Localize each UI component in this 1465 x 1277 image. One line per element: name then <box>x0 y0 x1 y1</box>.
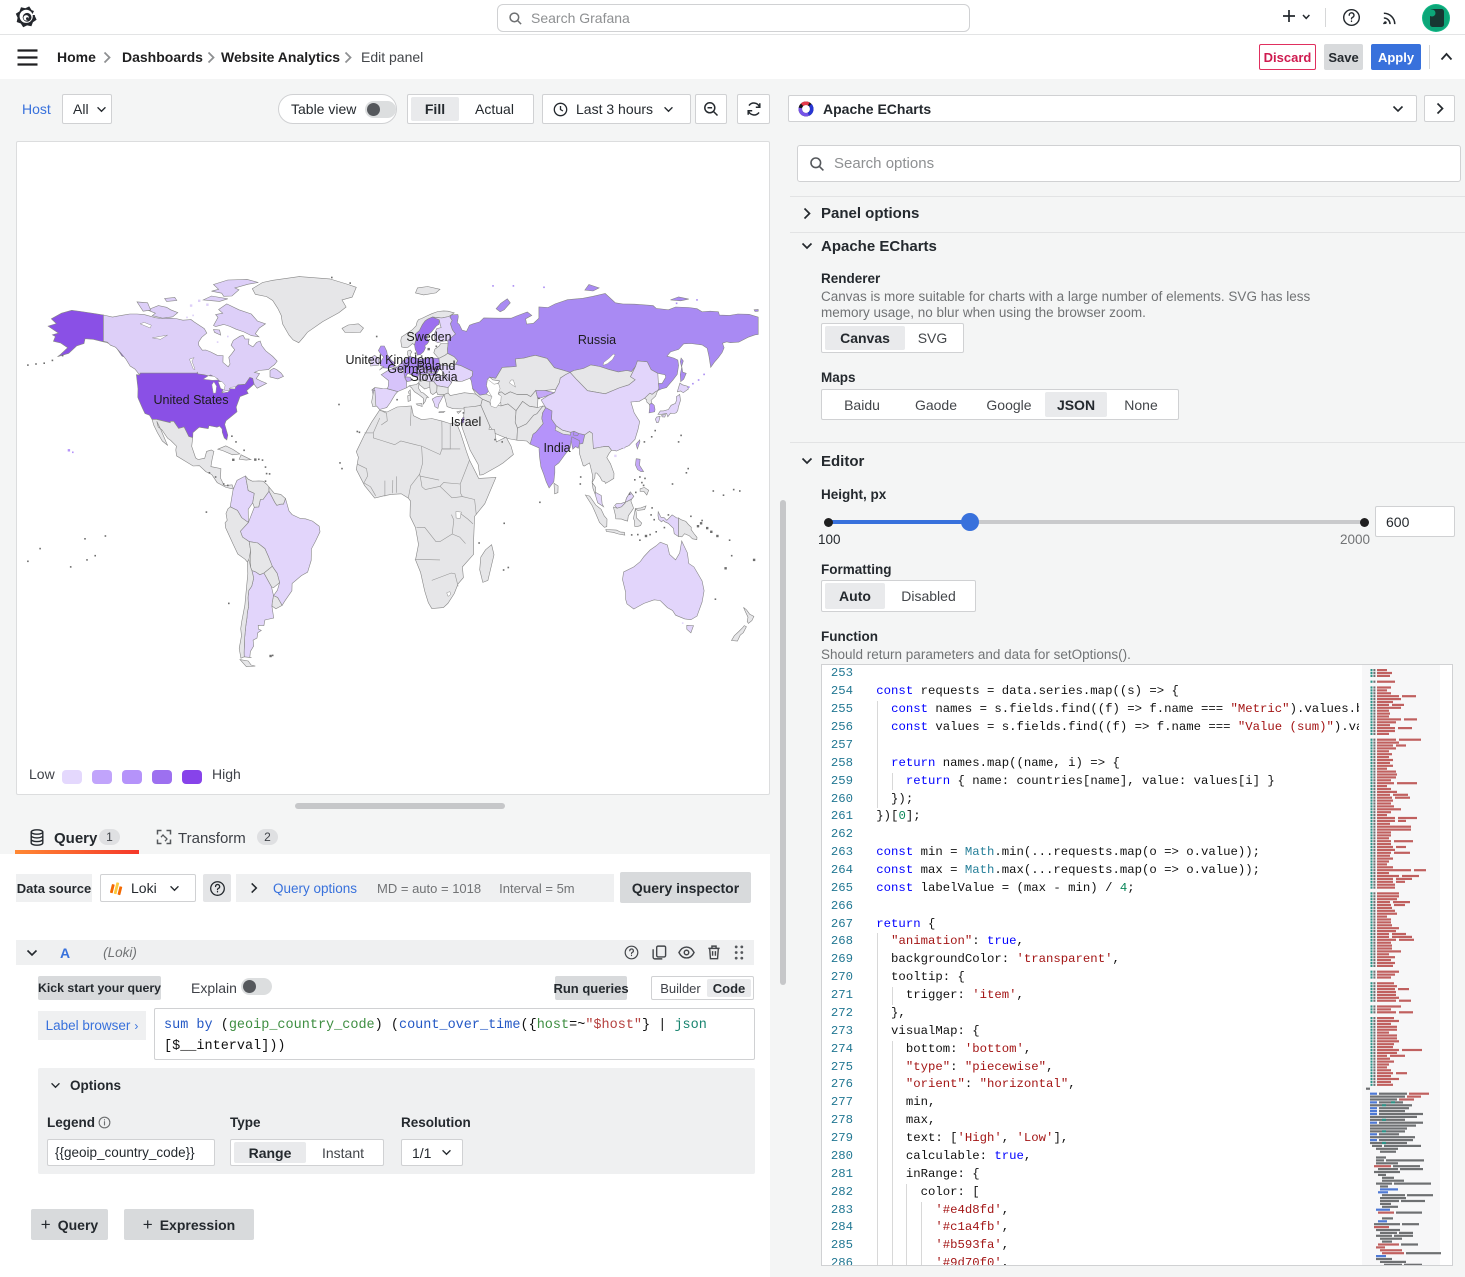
svg-text:Slovakia: Slovakia <box>410 370 457 384</box>
svg-text:Sweden: Sweden <box>406 330 451 344</box>
svg-text:United States: United States <box>153 393 228 407</box>
svg-text:Israel: Israel <box>451 415 482 429</box>
svg-text:Russia: Russia <box>578 333 616 347</box>
svg-text:India: India <box>543 441 570 455</box>
